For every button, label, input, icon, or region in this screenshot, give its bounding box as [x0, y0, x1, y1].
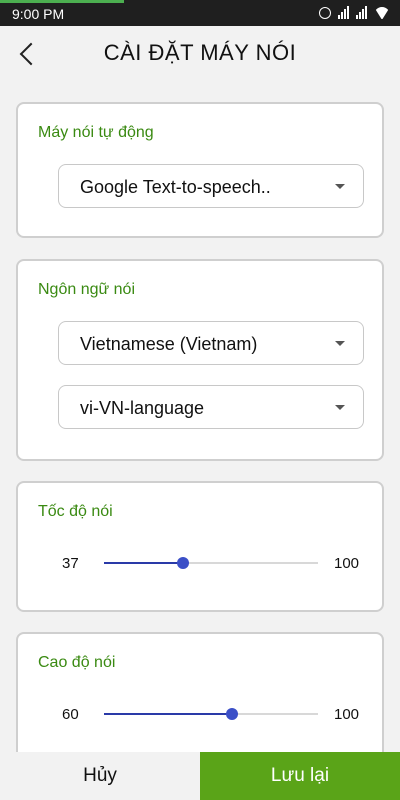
tts-engine-value: Google Text-to-speech.. — [80, 177, 271, 197]
slider-fill — [104, 562, 184, 564]
status-progress-bar — [0, 0, 124, 3]
language-label: Ngôn ngữ nói — [38, 281, 135, 298]
pitch-label: Cao độ nói — [38, 654, 116, 671]
tts-engine-select[interactable]: Google Text-to-speech.. — [58, 164, 364, 208]
speech-rate-slider[interactable] — [104, 557, 318, 569]
page-title: CÀI ĐẶT MÁY NÓI — [103, 40, 297, 65]
dropdown-arrow-icon — [335, 405, 345, 410]
speech-rate-card: Tốc độ nói 37 100 — [16, 481, 384, 612]
speech-rate-value: 37 — [62, 555, 79, 572]
pitch-slider[interactable] — [104, 708, 318, 720]
language-value: Vietnamese (Vietnam) — [80, 334, 258, 354]
speech-rate-max: 100 — [334, 555, 360, 572]
slider-thumb[interactable] — [177, 557, 190, 569]
tts-engine-label: Máy nói tự động — [38, 124, 154, 141]
pitch-max: 100 — [334, 706, 360, 723]
status-bar: 9:00 PM — [0, 0, 400, 26]
cell-signal-icon — [338, 5, 349, 19]
language-card: Ngôn ngữ nói Vietnamese (Vietnam) vi-VN-… — [16, 259, 384, 461]
bottom-action-bar: Hủy Lưu lại — [0, 752, 400, 800]
tts-engine-card: Máy nói tự động Google Text-to-speech.. — [16, 102, 384, 238]
slider-thumb[interactable] — [226, 708, 239, 720]
cell-signal-icon — [356, 5, 367, 19]
app-header: CÀI ĐẶT MÁY NÓI — [0, 26, 400, 82]
status-icons — [319, 5, 390, 19]
wifi-icon — [374, 7, 390, 19]
pitch-card: Cao độ nói 60 100 — [16, 632, 384, 772]
slider-fill — [104, 713, 233, 715]
dropdown-arrow-icon — [335, 341, 345, 346]
pitch-slider-row: 60 100 — [18, 704, 382, 724]
save-button[interactable]: Lưu lại — [200, 752, 400, 800]
speech-rate-label: Tốc độ nói — [38, 503, 113, 520]
voice-select[interactable]: vi-VN-language — [58, 385, 364, 429]
cancel-button[interactable]: Hủy — [0, 752, 200, 800]
pitch-value: 60 — [62, 706, 79, 723]
alarm-icon — [319, 7, 331, 19]
language-select[interactable]: Vietnamese (Vietnam) — [58, 321, 364, 365]
status-time: 9:00 PM — [12, 6, 65, 22]
voice-value: vi-VN-language — [80, 398, 205, 418]
speech-rate-slider-row: 37 100 — [18, 553, 382, 573]
dropdown-arrow-icon — [335, 184, 345, 189]
